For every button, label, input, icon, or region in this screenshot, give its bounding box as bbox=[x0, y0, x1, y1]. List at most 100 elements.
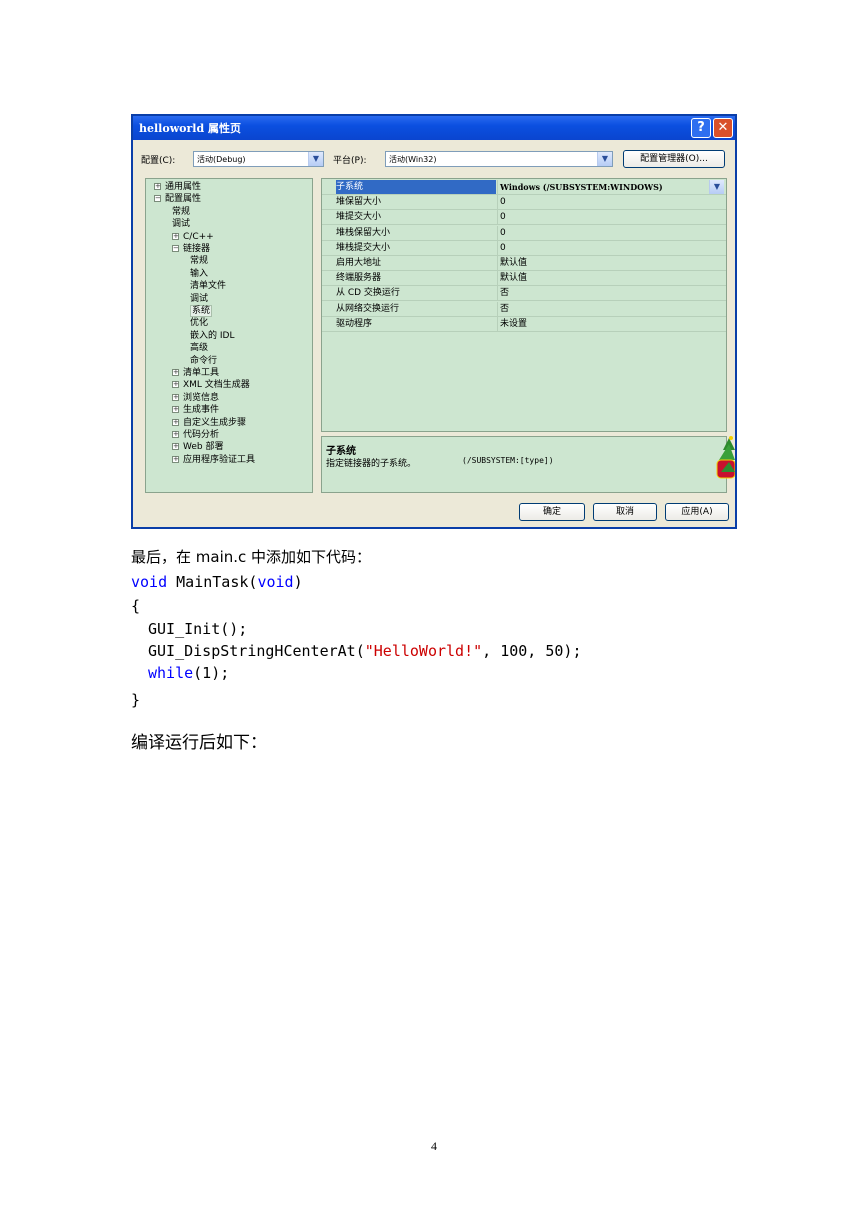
property-value: 否 bbox=[497, 301, 725, 316]
tree-item-label: XML 文档生成器 bbox=[183, 380, 250, 391]
property-name: 驱动程序 bbox=[336, 318, 373, 329]
tree-item[interactable]: 常规 bbox=[172, 207, 190, 218]
code-line-1: void MainTask(void) bbox=[131, 573, 303, 591]
tree-item[interactable]: 调试 bbox=[172, 219, 190, 230]
tree-item[interactable]: 系统 bbox=[190, 305, 213, 317]
expand-icon[interactable]: + bbox=[172, 232, 179, 240]
tree-item-label: 高级 bbox=[190, 343, 209, 354]
config-manager-button[interactable]: 配置管理器(O)... bbox=[623, 150, 725, 168]
code-line-4: GUI_DispStringHCenterAt("HelloWorld!", 1… bbox=[148, 642, 582, 660]
tree-item[interactable]: + XML 文档生成器 bbox=[172, 380, 250, 391]
tree-item[interactable]: + 应用程序验证工具 bbox=[172, 455, 255, 466]
code-keyword: while bbox=[148, 664, 194, 682]
property-row[interactable]: 子系统 Windows (/SUBSYSTEM:WINDOWS) ▼ bbox=[322, 180, 726, 195]
tree-item[interactable]: + 浏览信息 bbox=[172, 393, 219, 404]
property-row[interactable]: 驱动程序 未设置 bbox=[322, 316, 726, 332]
property-row[interactable]: 堆栈保留大小 0 bbox=[322, 225, 726, 241]
property-row[interactable]: 堆保留大小 0 bbox=[322, 195, 726, 211]
property-grid[interactable]: 子系统 Windows (/SUBSYSTEM:WINDOWS) ▼ 堆保留大小 0 堆提… bbox=[321, 178, 727, 432]
config-label: 配置(C): bbox=[141, 156, 176, 166]
tree-item[interactable]: + 通用属性 bbox=[154, 182, 201, 193]
tree-item-label: 代码分析 bbox=[183, 430, 220, 440]
platform-select[interactable]: 活动(Win32) ▼ bbox=[385, 151, 613, 167]
property-name: 从 CD 交换运行 bbox=[336, 288, 400, 299]
expand-icon[interactable]: + bbox=[172, 406, 179, 414]
tree-item[interactable]: 常规 bbox=[190, 256, 208, 267]
code-keyword: void bbox=[257, 573, 294, 591]
tree-item[interactable]: 输入 bbox=[190, 269, 208, 280]
tree-item-label: 调试 bbox=[190, 293, 209, 304]
tree-item[interactable]: 高级 bbox=[190, 343, 208, 354]
tree-item-label: 通用属性 bbox=[165, 182, 202, 192]
tree-item[interactable]: 命令行 bbox=[190, 356, 217, 367]
description-text: 指定链接器的子系统。 bbox=[326, 459, 417, 469]
property-row[interactable]: 终端服务器 默认值 bbox=[322, 271, 726, 287]
cancel-button[interactable]: 取消 bbox=[593, 503, 657, 521]
property-row[interactable]: 堆提交大小 0 bbox=[322, 210, 726, 226]
code-line-3: GUI_Init(); bbox=[148, 620, 248, 638]
tree-item[interactable]: − 链接器 bbox=[172, 244, 210, 255]
expand-icon[interactable]: + bbox=[172, 381, 179, 389]
property-tree[interactable]: + 通用属性 − 配置属性 常规 调试 + C/C++ − 链接器 常规 输入 清单文件 调试 系统 优化 嵌入… bbox=[145, 178, 313, 493]
tree-item[interactable]: 调试 bbox=[190, 294, 208, 305]
tree-item[interactable]: + 代码分析 bbox=[172, 430, 219, 441]
code-line-5: while(1); bbox=[148, 664, 229, 682]
chevron-down-icon[interactable]: ▼ bbox=[709, 180, 724, 194]
code-text: ) bbox=[293, 573, 303, 591]
property-row[interactable]: 从 CD 交换运行 否 bbox=[322, 286, 726, 302]
expand-icon[interactable]: + bbox=[172, 455, 179, 463]
expand-icon[interactable]: + bbox=[172, 443, 179, 451]
property-row[interactable]: 启用大地址 默认值 bbox=[322, 256, 726, 271]
dialog-titlebar: helloworld 属性页 ? ✕ bbox=[133, 116, 735, 140]
tree-item[interactable]: + 自定义生成步骤 bbox=[172, 418, 246, 429]
property-value: 0 bbox=[497, 195, 725, 210]
code-line-2: { bbox=[131, 597, 141, 615]
description-switch: (/SUBSYSTEM:[type]) bbox=[462, 456, 554, 465]
tree-item[interactable]: 优化 bbox=[190, 318, 208, 329]
expand-icon[interactable]: + bbox=[172, 393, 179, 401]
expand-icon[interactable]: + bbox=[172, 431, 179, 438]
platform-select-value: 活动(Win32) bbox=[389, 155, 437, 164]
expand-icon[interactable]: + bbox=[154, 183, 161, 190]
tree-item[interactable]: 嵌入的 IDL bbox=[190, 331, 234, 342]
tree-item[interactable]: + 生成事件 bbox=[172, 405, 219, 416]
code-string: "HelloWorld!" bbox=[364, 642, 483, 660]
outro-paragraph: 编译运行后如下： bbox=[131, 733, 267, 753]
tree-item[interactable]: + 清单工具 bbox=[172, 368, 219, 379]
tree-item[interactable]: − 配置属性 bbox=[154, 194, 201, 205]
tree-item-label: 浏览信息 bbox=[183, 392, 220, 403]
tree-item-label: 链接器 bbox=[183, 244, 211, 254]
platform-label: 平台(P): bbox=[333, 156, 367, 166]
close-button[interactable]: ✕ bbox=[713, 118, 733, 138]
config-select[interactable]: 活动(Debug) ▼ bbox=[193, 151, 324, 167]
help-button[interactable]: ? bbox=[691, 118, 711, 138]
tree-item-label: 配置属性 bbox=[165, 194, 202, 205]
property-name: 堆保留大小 bbox=[336, 197, 382, 208]
property-name: 终端服务器 bbox=[336, 273, 382, 284]
christmas-tree-icon bbox=[716, 436, 735, 479]
tree-item[interactable]: + Web 部署 bbox=[172, 442, 223, 453]
tree-item-label: 系统 bbox=[190, 305, 213, 317]
tree-item-label: 嵌入的 IDL bbox=[190, 330, 235, 341]
expand-icon[interactable]: + bbox=[172, 369, 179, 376]
code-text: GUI_DispStringHCenterAt( bbox=[148, 642, 365, 660]
tree-item-label: 调试 bbox=[172, 219, 191, 230]
collapse-icon[interactable]: − bbox=[154, 195, 161, 203]
property-row[interactable]: 从网络交换运行 否 bbox=[322, 301, 726, 317]
tree-item[interactable]: 清单文件 bbox=[190, 281, 226, 292]
ok-button[interactable]: 确定 bbox=[519, 503, 585, 521]
property-name: 从网络交换运行 bbox=[336, 303, 400, 314]
property-value: 默认值 bbox=[497, 256, 725, 270]
tree-item[interactable]: + C/C++ bbox=[172, 232, 214, 243]
chevron-down-icon: ▼ bbox=[597, 152, 612, 166]
property-pages-dialog: helloworld 属性页 ? ✕ 配置(C): 活动(Debug) ▼ 平台… bbox=[131, 114, 737, 529]
collapse-icon[interactable]: − bbox=[172, 245, 179, 252]
tree-item-label: 生成事件 bbox=[183, 405, 220, 416]
tree-item-label: 常规 bbox=[172, 206, 191, 217]
tree-item-label: 常规 bbox=[190, 256, 209, 267]
property-row[interactable]: 堆栈提交大小 0 bbox=[322, 240, 726, 256]
expand-icon[interactable]: + bbox=[172, 418, 179, 426]
page-number: 4 bbox=[431, 1139, 437, 1153]
apply-button[interactable]: 应用(A) bbox=[665, 503, 729, 521]
property-name: 堆栈提交大小 bbox=[336, 242, 391, 253]
